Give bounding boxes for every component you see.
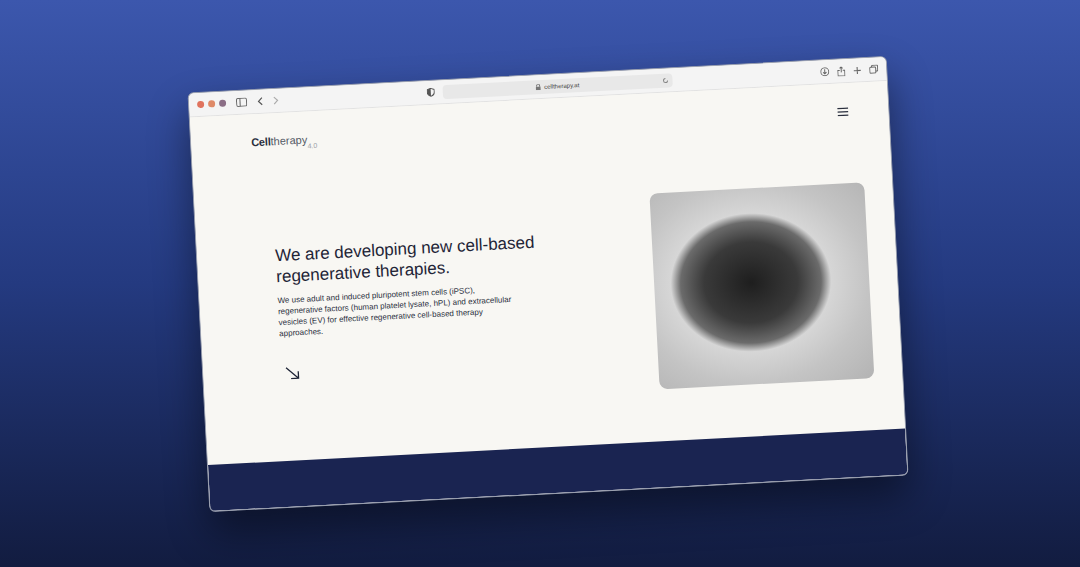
sidebar-icon[interactable] bbox=[236, 97, 247, 107]
zoom-button[interactable] bbox=[219, 99, 226, 106]
share-icon[interactable] bbox=[837, 65, 846, 75]
canvas: celltherapy.at Cell therapy 4.0 bbox=[0, 0, 1080, 567]
logo-version: 4.0 bbox=[307, 141, 317, 148]
browser-window: celltherapy.at Cell therapy 4.0 bbox=[187, 55, 908, 511]
hero-heading: We are developing new cell-based regener… bbox=[275, 230, 547, 286]
reload-icon[interactable] bbox=[662, 76, 668, 82]
toolbar-actions bbox=[820, 63, 878, 76]
logo-bold: Cell bbox=[251, 135, 271, 148]
close-button[interactable] bbox=[197, 100, 204, 107]
back-icon[interactable] bbox=[257, 96, 263, 105]
hero: We are developing new cell-based regener… bbox=[252, 126, 845, 462]
forward-icon[interactable] bbox=[273, 95, 279, 104]
hero-description: We use adult and induced pluripotent ste… bbox=[277, 282, 514, 338]
hero-text: We are developing new cell-based regener… bbox=[275, 230, 552, 379]
download-icon[interactable] bbox=[820, 66, 829, 75]
cell-photo bbox=[649, 182, 874, 389]
menu-icon[interactable] bbox=[837, 106, 848, 116]
minimize-button[interactable] bbox=[208, 100, 215, 107]
lock-icon bbox=[536, 83, 541, 89]
scroll-down-arrow-icon[interactable] bbox=[285, 365, 301, 379]
url-text: celltherapy.at bbox=[544, 80, 580, 90]
tabs-overview-icon[interactable] bbox=[869, 64, 878, 73]
window-controls bbox=[197, 99, 226, 108]
logo-light: therapy bbox=[270, 133, 307, 147]
new-tab-icon[interactable] bbox=[853, 65, 861, 73]
web-page: Cell therapy 4.0 We are developing new c… bbox=[190, 80, 905, 464]
site-logo[interactable]: Cell therapy 4.0 bbox=[251, 132, 317, 147]
shield-icon[interactable] bbox=[427, 87, 435, 96]
site-header: Cell therapy 4.0 bbox=[251, 106, 829, 148]
